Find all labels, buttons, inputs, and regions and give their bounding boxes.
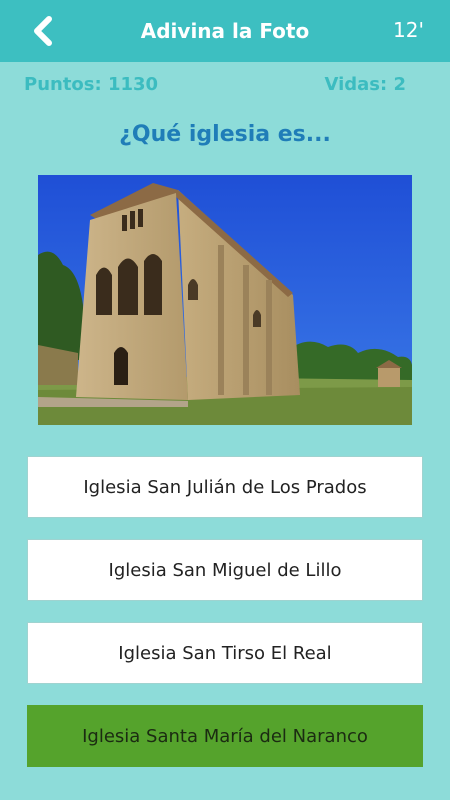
chevron-left-icon: [34, 16, 52, 46]
page-title: Adivina la Foto: [140, 19, 310, 43]
back-button[interactable]: [28, 15, 58, 47]
answer-option-4-correct[interactable]: Iglesia Santa María del Naranco: [27, 705, 423, 767]
header-bar: Adivina la Foto 12': [0, 0, 450, 62]
answer-option-1[interactable]: Iglesia San Julián de Los Prados: [27, 456, 423, 518]
answer-list: Iglesia San Julián de Los Prados Iglesia…: [27, 456, 423, 788]
question-text: ¿Qué iglesia es...: [119, 122, 331, 147]
answer-option-3[interactable]: Iglesia San Tirso El Real: [27, 622, 423, 684]
points-label: Puntos: 1130: [24, 73, 159, 95]
timer-label: 12': [393, 18, 424, 42]
stats-bar: Puntos: 1130 Vidas: 2: [24, 72, 406, 96]
question-photo: [38, 175, 412, 425]
church-photo-illustration: [38, 175, 412, 425]
answer-option-2[interactable]: Iglesia San Miguel de Lillo: [27, 539, 423, 601]
lives-label: Vidas: 2: [324, 73, 406, 95]
